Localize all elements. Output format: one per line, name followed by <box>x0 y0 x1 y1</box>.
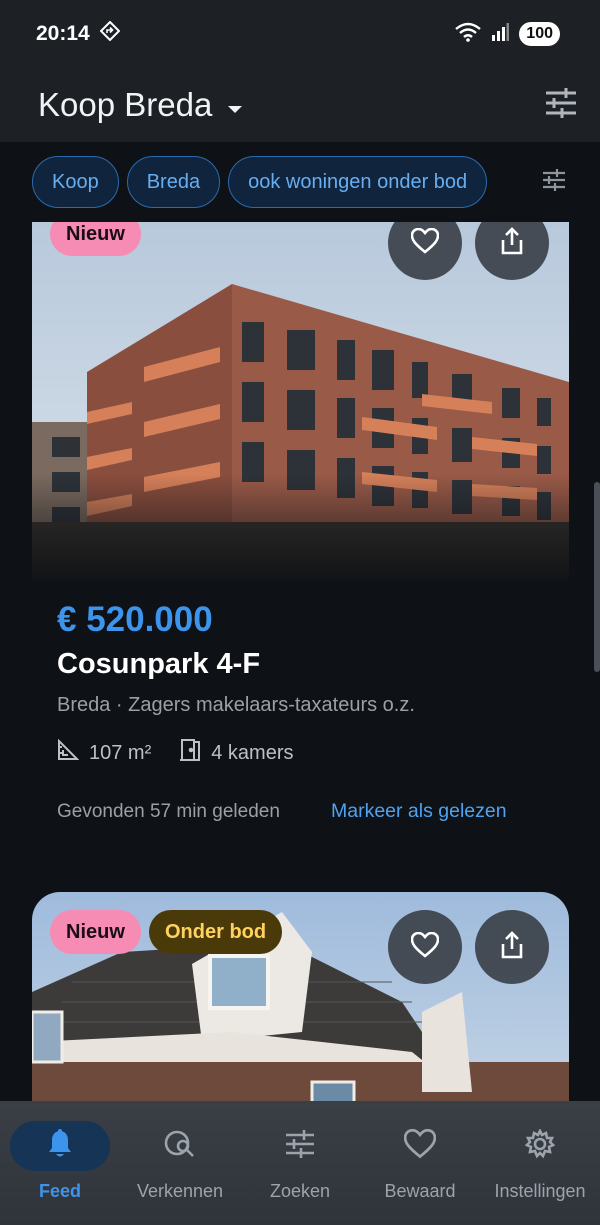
rooms-spec: 4 kamers <box>179 738 294 768</box>
area-spec: 107 m² <box>57 738 152 767</box>
nav-label: Instellingen <box>494 1181 586 1201</box>
share-button[interactable] <box>475 910 549 984</box>
listing-photo[interactable]: Nieuw <box>32 222 569 582</box>
heart-icon <box>410 931 440 963</box>
listing-photo[interactable]: Nieuw Onder bod <box>32 892 569 1102</box>
listing-agent: Breda · Zagers makelaars-taxateurs o.z. <box>57 694 415 716</box>
nav-label: Zoeken <box>269 1181 331 1201</box>
status-bar: 20:14 100 <box>0 0 600 68</box>
scrollbar[interactable] <box>594 482 600 672</box>
listing-address[interactable]: Cosunpark 4-F <box>57 648 260 681</box>
battery-indicator: 100 <box>519 22 560 46</box>
nav-label: Bewaard <box>384 1181 456 1201</box>
chip-breda[interactable]: Breda <box>126 156 221 208</box>
area-value: 107 m² <box>89 741 152 764</box>
heart-icon <box>403 1128 437 1164</box>
nav-explore[interactable]: Verkennen <box>120 1121 240 1202</box>
chip-under-offer[interactable]: ook woningen onder bod <box>228 156 488 208</box>
chip-koop[interactable]: Koop <box>32 156 119 208</box>
door-icon <box>179 738 201 768</box>
favorite-button[interactable] <box>388 910 462 984</box>
filter-sliders-button[interactable] <box>544 87 578 123</box>
nav-label: Verkennen <box>136 1181 224 1201</box>
mark-as-read-link[interactable]: Markeer als gelezen <box>331 800 507 823</box>
badge-new: Nieuw <box>50 910 141 954</box>
listing-price: € 520.000 <box>57 600 213 639</box>
share-icon <box>500 226 524 260</box>
filter-settings-icon[interactable] <box>542 168 566 196</box>
rooms-value: 4 kamers <box>211 741 294 764</box>
signal-icon <box>491 22 510 46</box>
explore-search-icon <box>164 1129 196 1164</box>
status-time: 20:14 <box>36 22 90 45</box>
nav-settings[interactable]: Instellingen <box>480 1121 600 1202</box>
active-filters-row: Koop Breda ook woningen onder bod <box>0 142 600 222</box>
app-bar: Koop Breda <box>0 68 600 142</box>
nav-saved-indicator <box>370 1121 470 1171</box>
heart-icon <box>410 227 440 259</box>
dropdown-arrow-icon <box>226 86 244 124</box>
bottom-navigation: Feed Verkennen Zoeken Bewaard Instelling… <box>0 1101 600 1225</box>
search-selector[interactable]: Koop Breda <box>38 86 244 124</box>
page-title: Koop Breda <box>38 86 213 123</box>
bell-icon <box>47 1128 73 1164</box>
listing-feed[interactable]: Nieuw € 520.000 Cosunpark 4-F Breda · Za… <box>0 222 600 1102</box>
location-diamond-icon <box>99 20 121 47</box>
found-time: Gevonden 57 min geleden <box>57 801 280 822</box>
nav-label: Feed <box>38 1181 81 1201</box>
nav-feed-indicator <box>10 1121 110 1171</box>
building-photo-image <box>32 222 569 582</box>
share-icon <box>500 930 524 964</box>
nav-saved[interactable]: Bewaard <box>360 1121 480 1202</box>
sliders-icon <box>285 1129 315 1163</box>
nav-settings-indicator <box>490 1121 590 1171</box>
nav-search[interactable]: Zoeken <box>240 1121 360 1202</box>
badge-new: Nieuw <box>50 222 141 256</box>
nav-search-indicator <box>250 1121 350 1171</box>
ruler-square-icon <box>57 738 80 767</box>
gear-icon <box>524 1127 556 1164</box>
badge-under-offer: Onder bod <box>149 910 283 954</box>
wifi-icon <box>455 22 482 47</box>
listing-specs: 107 m² 4 kamers <box>57 738 312 768</box>
nav-feed[interactable]: Feed <box>0 1121 120 1202</box>
nav-explore-indicator <box>130 1121 230 1171</box>
